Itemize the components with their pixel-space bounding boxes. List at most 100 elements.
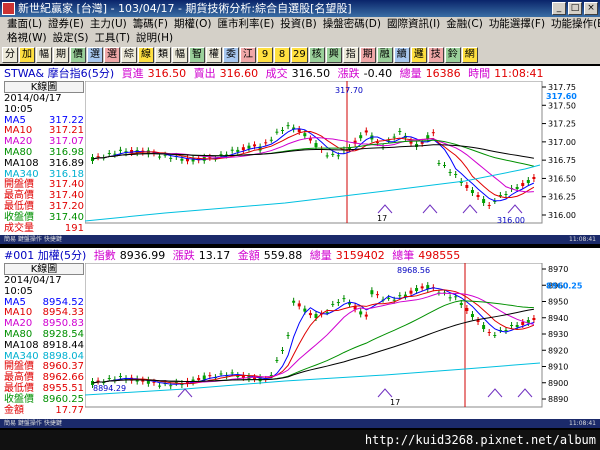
candle-body: [364, 314, 368, 317]
toolbar-button[interactable]: 8: [274, 46, 290, 63]
toolbar-button[interactable]: 鈴: [444, 46, 461, 63]
vol-label: 總量: [309, 249, 332, 262]
candle-body: [487, 205, 491, 206]
candle-body: [96, 380, 100, 382]
x-axis-label: 17: [377, 214, 387, 223]
toolbar-button[interactable]: 委: [223, 46, 239, 63]
menu-item[interactable]: 功能操作(E): [548, 17, 600, 31]
y-tick-label: 8970: [548, 265, 568, 274]
candle-body: [219, 154, 223, 156]
legend-label: MA108: [4, 339, 39, 351]
candle-body: [387, 297, 391, 299]
candle-body: [515, 187, 519, 189]
candle-body: [219, 373, 223, 375]
candle-body: [465, 308, 469, 311]
toolbar-button[interactable]: 權: [206, 46, 222, 63]
minimize-button[interactable]: _: [552, 2, 566, 15]
menu-item[interactable]: 主力(U): [87, 17, 130, 31]
close-button[interactable]: ×: [584, 2, 598, 15]
menu-item[interactable]: 功能選擇(F): [486, 17, 548, 31]
menu-item[interactable]: 金融(C): [443, 17, 486, 31]
menu-item[interactable]: 投資(B): [277, 17, 319, 31]
candle-body: [482, 199, 486, 203]
k-chart-title[interactable]: K線圖: [4, 263, 84, 275]
candle-body: [158, 385, 162, 387]
candle-body: [314, 143, 318, 148]
current-price-label: 317.60: [546, 92, 577, 101]
high-marker: 317.70: [335, 86, 363, 95]
toolbar-button[interactable]: 江: [240, 46, 256, 63]
quote-bar: STWA& 摩台指6(5分) 買進 316.50 賣出 316.60 成交 316.5…: [0, 66, 600, 81]
toolbar-button[interactable]: 綜: [121, 46, 137, 63]
menu-item[interactable]: 說明(H): [133, 31, 176, 45]
symbol-label[interactable]: STWA& 摩台指6(5分): [4, 67, 114, 80]
legend-row: 收盤價 317.40: [4, 211, 84, 224]
menu-item[interactable]: 操盤密碼(D): [320, 17, 384, 31]
y-tick-label: 317.50: [548, 101, 576, 110]
menu-item[interactable]: 設定(S): [50, 31, 92, 45]
footer-time: 11:08:41: [569, 236, 596, 243]
candle-body: [118, 376, 122, 378]
menu-item[interactable]: 國際資訊(I): [384, 17, 443, 31]
toolbar-button[interactable]: 9: [257, 46, 273, 63]
footer-left-text: 簡易 鍵盤操作 快捷鍵: [4, 420, 62, 427]
toolbar-button[interactable]: 幅: [36, 46, 52, 63]
toolbar-button[interactable]: 分: [2, 46, 18, 63]
legend-date: 2014/04/17 10:05: [4, 93, 62, 115]
toolbar-button[interactable]: 選: [87, 46, 103, 63]
legend-date: 2014/04/17 10:05: [4, 275, 62, 297]
menu-item[interactable]: 期權(O): [171, 17, 214, 31]
candle-body: [275, 131, 279, 133]
toolbar-button[interactable]: 技: [427, 46, 444, 63]
toolbar-button[interactable]: 加: [19, 46, 35, 63]
candle-body: [269, 139, 273, 141]
toolbar-button[interactable]: 核: [308, 46, 325, 63]
candle-body: [487, 332, 491, 333]
maximize-button[interactable]: □: [568, 2, 582, 15]
candle-body: [325, 312, 329, 314]
candle-body: [521, 183, 525, 186]
menu-item[interactable]: 證券(E): [45, 17, 87, 31]
candle-body: [448, 297, 452, 299]
menu-item[interactable]: 畫面(L): [4, 17, 45, 31]
toolbar-button[interactable]: 融: [376, 46, 393, 63]
k-chart-title[interactable]: K線圖: [4, 81, 84, 93]
footer-time: 11:08:41: [569, 420, 596, 427]
toolbar-button[interactable]: 幅: [172, 46, 188, 63]
menu-item[interactable]: 籌碼(F): [130, 17, 171, 31]
candle-body: [331, 303, 335, 305]
candle-body: [359, 135, 363, 139]
vol-value: 3159402: [335, 249, 385, 262]
menu-item[interactable]: 匯市利率(E): [214, 17, 277, 31]
toolbar-button[interactable]: 智: [189, 46, 205, 63]
symbol-label[interactable]: #001 加權(5分): [4, 249, 86, 262]
toolbar-button[interactable]: 期: [53, 46, 69, 63]
toolbar-button[interactable]: 續: [393, 46, 410, 63]
candlestick-chart[interactable]: 317.75 317.50 317.25 317.00 316.75 316.50 316.…: [85, 81, 600, 235]
candle-body: [241, 147, 245, 151]
toolbar-button[interactable]: 邏: [410, 46, 427, 63]
candle-body: [336, 302, 340, 304]
legend-row: 收盤價 8960.25: [4, 394, 84, 406]
toolbar-button[interactable]: 29: [291, 46, 308, 63]
toolbar-button[interactable]: 網: [461, 46, 478, 63]
toolbar-button[interactable]: 指: [342, 46, 359, 63]
menu-item[interactable]: 工具(T): [91, 31, 133, 45]
legend-label: MA108: [4, 157, 39, 169]
candle-body: [197, 377, 201, 380]
toolbar-button[interactable]: 類: [155, 46, 171, 63]
candlestick-chart[interactable]: 8970896089508940893089208910890088908960…: [85, 263, 600, 419]
candle-body: [325, 155, 329, 157]
toolbar-button[interactable]: 期: [359, 46, 376, 63]
toolbar-button[interactable]: 價: [70, 46, 86, 63]
volume-value: 16386: [425, 67, 461, 80]
toolbar-button[interactable]: 選: [104, 46, 120, 63]
menu-item[interactable]: 格視(W): [4, 31, 50, 45]
volume-label: 總量: [399, 67, 422, 80]
watermark-url: http://kuid3268.pixnet.net/album: [0, 430, 600, 450]
legend-date-row: 2014/04/17 10:05: [4, 275, 84, 298]
toolbar-button[interactable]: 線: [138, 46, 154, 63]
legend-value: 317.40: [49, 211, 84, 223]
toolbar: 分加幅期價選選綜線類幅智權委江 9 8 29 核興指期融續邏技鈴網: [0, 45, 600, 64]
toolbar-button[interactable]: 興: [325, 46, 342, 63]
